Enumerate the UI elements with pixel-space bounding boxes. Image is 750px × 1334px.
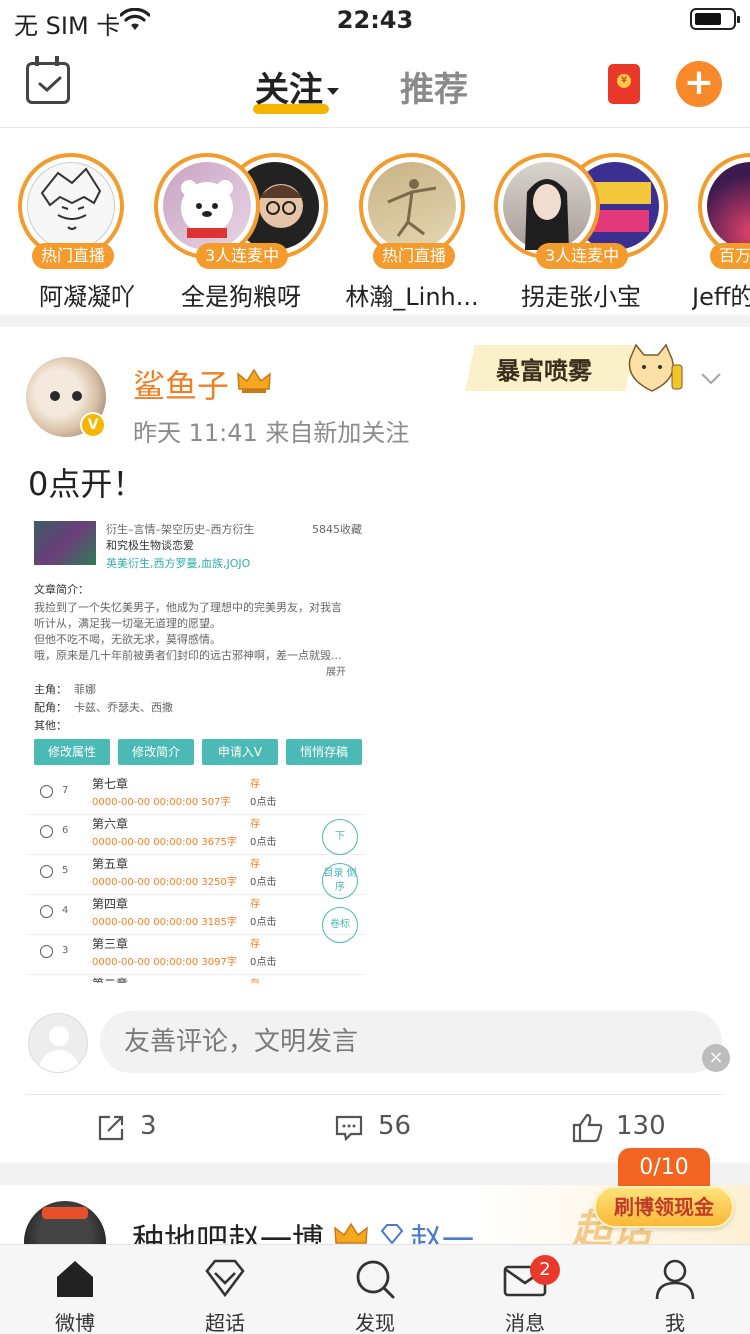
woman-portrait-icon (525, 179, 569, 250)
person-icon (655, 1259, 695, 1300)
image-side-button: 下 (322, 819, 358, 855)
diamond-icon (205, 1259, 245, 1298)
search-icon (356, 1260, 395, 1299)
thumbs-up-icon (572, 1113, 603, 1143)
image-button: 申请入V (202, 739, 278, 765)
tab-super-topic[interactable]: 超话 (150, 1245, 300, 1334)
image-button: 修改属性 (34, 739, 110, 765)
clock: 22:43 (336, 6, 414, 34)
chevron-down-icon[interactable] (700, 367, 722, 389)
comment-count: 56 (378, 1111, 412, 1141)
like-button[interactable]: 130 (572, 1111, 692, 1147)
live-item-name: 全是狗粮呀 (181, 283, 301, 311)
compose-button[interactable]: + (676, 61, 722, 107)
repost-count: 3 (140, 1111, 157, 1141)
verified-badge: V (80, 412, 106, 438)
close-icon[interactable]: × (702, 1044, 730, 1072)
live-item[interactable]: 百万 Jeff的 (680, 153, 750, 313)
author-name[interactable]: 鲨鱼子 (133, 361, 229, 407)
my-avatar (28, 1013, 88, 1073)
tab-me[interactable]: 我 (600, 1245, 750, 1334)
post-meta: 昨天 11:41 来自新加关注 (133, 419, 410, 447)
divider (26, 1094, 724, 1095)
chapter-row: 7 第七章 0000-00-00 00:00:00 507字 存 0点击 (26, 775, 366, 815)
tab-follow[interactable]: 关注 (255, 62, 339, 111)
calendar-check-icon[interactable] (26, 56, 70, 104)
share-icon (98, 1115, 124, 1141)
live-item[interactable]: 热门直播 阿凝凝吖 (2, 153, 172, 313)
home-icon (57, 1261, 93, 1297)
chapter-row: 第二章 存 (26, 975, 366, 983)
comment-button[interactable]: 56 (334, 1111, 444, 1147)
live-badge: 3人连麦中 (196, 243, 289, 269)
live-badge: 3人连麦中 (536, 243, 629, 269)
chapter-row: 5 第五章 0000-00-00 00:00:00 3250字 存 0点击 (26, 855, 366, 895)
live-strip: 热门直播 阿凝凝吖 3人连麦中 全是狗粮呀 热门直播 林瀚_Linh... 3人… (0, 129, 750, 327)
image-side-button: 目录 倒序 (322, 863, 358, 899)
live-item-name: 拐走张小宝 (521, 283, 641, 311)
caret-down-icon (327, 88, 339, 95)
live-item-name: 林瀚_Linh... (345, 283, 479, 311)
sticker-text: 暴富喷雾 (496, 356, 592, 385)
image-button: 悄悄存稿 (286, 739, 362, 765)
sticker-decoration: 暴富喷雾 (465, 333, 696, 401)
battery-icon (690, 8, 740, 30)
top-nav: 关注 推荐 + (0, 40, 750, 128)
diamond-icon (380, 1224, 404, 1245)
live-item[interactable]: 3人连麦中 拐走张小宝 (494, 153, 668, 313)
live-badge: 热门直播 (373, 243, 456, 269)
chapter-row: 6 第六章 0000-00-00 00:00:00 3675字 存 0点击 (26, 815, 366, 855)
cat-mascot-icon (628, 343, 683, 392)
image-button: 修改简介 (118, 739, 194, 765)
comment-input[interactable] (100, 1011, 722, 1073)
live-badge: 百万 (710, 243, 750, 269)
tab-discover[interactable]: 发现 (300, 1245, 450, 1334)
post-image[interactable]: 衍生–言情–架空历史–西方衍生 5845收藏 和究极生物谈恋爱 英美衍生,西方罗… (26, 513, 366, 983)
live-item-name: Jeff的 (692, 283, 750, 311)
reward-button[interactable]: 刷博领现金 (594, 1186, 734, 1228)
super-topic-tag[interactable]: 赵一 (410, 1215, 474, 1245)
tab-messages[interactable]: 2 消息 (450, 1245, 600, 1334)
live-item[interactable]: 3人连麦中 全是狗粮呀 (154, 153, 328, 313)
chapter-row: 4 第四章 0000-00-00 00:00:00 3185字 存 0点击 (26, 895, 366, 935)
author-name[interactable]: 种地吧赵一博 (132, 1215, 324, 1245)
live-item[interactable]: 热门直播 林瀚_Linh... (327, 153, 497, 313)
red-envelope-icon[interactable] (608, 64, 640, 104)
dancer-icon (387, 179, 437, 237)
crown-icon (237, 368, 271, 393)
bottom-tab-bar: 微博 超话 发现 2 消息 我 (0, 1244, 750, 1334)
crown-icon (334, 1222, 368, 1244)
chapter-row: 3 第三章 0000-00-00 00:00:00 3097字 存 0点击 (26, 935, 366, 975)
status-bar: 无 SIM 卡 22:43 (0, 0, 750, 40)
like-count: 130 (616, 1111, 666, 1141)
live-item-name: 阿凝凝吖 (39, 283, 135, 311)
comment-icon (335, 1115, 363, 1142)
book-cover (34, 521, 96, 565)
image-side-button: 卷标 (322, 907, 358, 943)
live-badge: 热门直播 (32, 243, 115, 269)
bear-icon (181, 180, 233, 238)
tab-home[interactable]: 微博 (0, 1245, 150, 1334)
feed-post: V 鲨鱼子 昨天 11:41 来自新加关注 暴富喷雾 0点开！ 衍生–言情–架空… (0, 327, 750, 1163)
unread-badge: 2 (530, 1255, 560, 1285)
tab-recommend[interactable]: 推荐 (400, 62, 468, 111)
reward-counter: 0/10 (618, 1148, 710, 1188)
repost-button[interactable]: 3 (96, 1111, 196, 1147)
post-text: 0点开！ (28, 465, 145, 503)
sketch-portrait-icon (40, 167, 102, 230)
author-avatar[interactable] (24, 1201, 106, 1245)
